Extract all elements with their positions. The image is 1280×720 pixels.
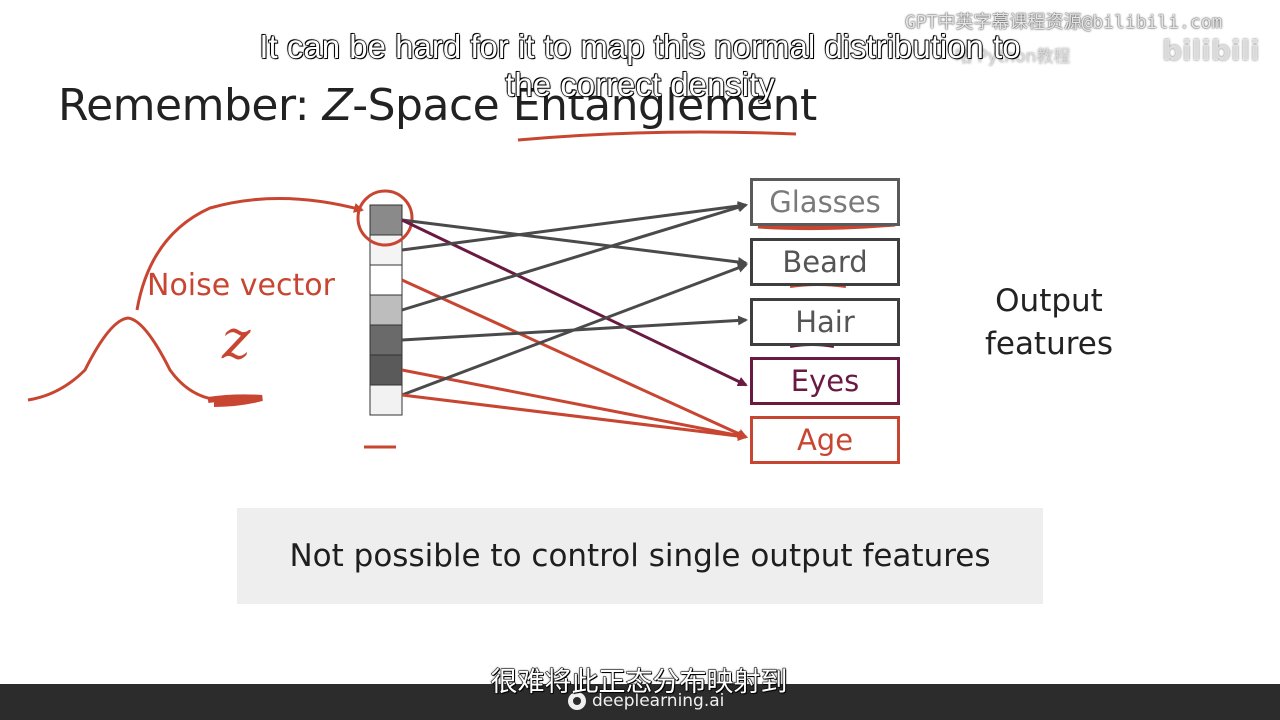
feature-box-beard: Beard	[750, 238, 900, 286]
connection-arrow	[401, 368, 748, 441]
banner-text: Not possible to control single output fe…	[289, 538, 991, 574]
bilibili-logo: bilibili	[1162, 34, 1260, 67]
z-symbol: z	[222, 308, 251, 371]
feature-label-glasses: Glasses	[769, 185, 881, 219]
connection-arrow	[401, 393, 748, 441]
output-features-label: Output features	[984, 280, 1114, 366]
normal-curve-annotation	[27, 316, 221, 402]
noise-vector-label: Noise vector	[147, 268, 335, 303]
chinese-subtitle: 很难将此正态分布映射到	[490, 667, 788, 699]
feature-box-eyes: Eyes	[750, 357, 900, 405]
output-label-line1: Output	[995, 283, 1103, 319]
feature-label-age: Age	[796, 423, 854, 457]
feature-box-glasses: Glasses	[750, 178, 900, 226]
feature-box-hair: Hair	[750, 298, 900, 346]
noise-vector	[369, 204, 403, 416]
connections	[401, 201, 748, 441]
feature-label-eyes: Eyes	[790, 364, 860, 398]
feature-label-beard: Beard	[782, 245, 868, 279]
feature-box-age: Age	[750, 416, 900, 464]
z-scribble-annotation	[207, 394, 263, 407]
callout-banner: Not possible to control single output fe…	[237, 508, 1043, 604]
english-subtitle: It can be hard for it to map this normal…	[259, 27, 1021, 103]
feature-label-hair: Hair	[795, 305, 855, 339]
output-label-line2: features	[984, 326, 1114, 362]
title-underline-annotation	[517, 130, 797, 142]
connection-arrow	[401, 263, 748, 397]
